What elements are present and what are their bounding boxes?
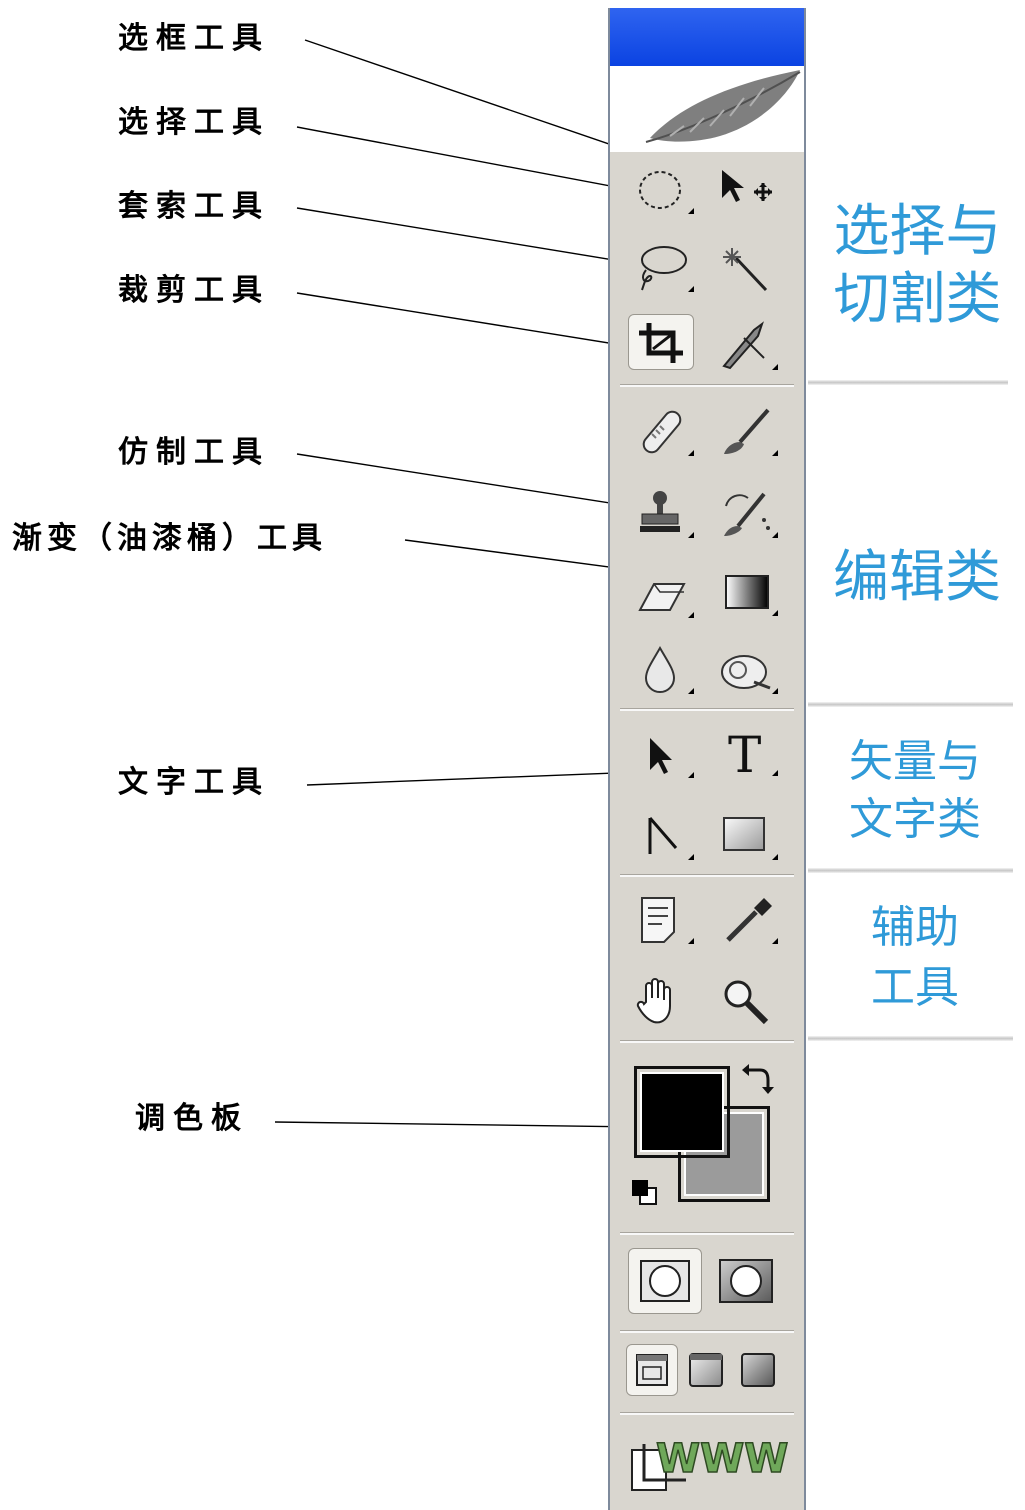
standard-mode-button[interactable] [628,1248,702,1314]
rectangle-shape-icon [723,817,765,851]
marquee-icon [639,171,681,209]
toolbox-divider [620,384,794,387]
imageready-logo-text: WWW [656,1436,788,1482]
clone-stamp-tool[interactable] [630,486,696,542]
gradient-tool-label: 渐变（油漆桶）工具 [12,521,327,556]
eraser-icon [638,583,686,611]
category-edit-label: 编辑类 [833,545,1001,610]
crop-tool[interactable] [628,314,694,370]
foreground-color-swatch[interactable] [634,1066,730,1158]
category-vector-text-line1: 矢量与 [849,736,981,787]
lasso-leader-line [296,207,639,267]
toolbox-divider [620,708,794,711]
screen-mode-full-menu-button[interactable] [686,1350,726,1390]
category-separator [808,702,1013,707]
screen-mode-standard-button[interactable] [626,1344,678,1396]
screen-mode-full-menu-icon [689,1353,723,1387]
move-tool[interactable] [714,162,780,218]
eraser-tool[interactable] [630,566,696,622]
toolbox-divider [620,1412,794,1415]
type-icon: T [728,726,761,780]
gradient-icon [725,575,769,609]
move-icon [722,170,772,202]
healing-brush-icon [642,410,682,454]
palette-leader-line [274,1121,643,1128]
eyedropper-tool[interactable] [714,892,780,948]
toolbox-divider [620,874,794,877]
crop-leader-line [296,292,641,351]
magic-wand-icon [723,248,768,292]
history-brush-icon [724,492,770,536]
rectangle-shape-tool[interactable] [714,808,780,864]
marquee-tool-label: 选框工具 [118,21,270,56]
slice-tool[interactable] [714,318,780,374]
brush-tool[interactable] [714,404,780,460]
magic-wand-tool[interactable] [714,240,780,296]
dodge-icon [721,655,771,690]
screen-mode-full-icon [741,1353,775,1387]
toolbox-divider [620,1040,794,1043]
category-aux-line1: 辅助 [871,902,959,953]
type-tool[interactable]: T [714,724,780,780]
toolbox-panel: T WWW [608,8,806,1510]
quick-mask-icon [719,1259,773,1303]
path-selection-tool[interactable] [630,726,696,782]
lasso-icon [641,246,687,291]
feather-banner[interactable] [610,66,804,152]
category-separator [808,868,1013,873]
path-selection-icon [650,738,672,774]
zoom-tool[interactable] [714,972,780,1028]
gradient-tool[interactable] [714,564,780,620]
eyedropper-icon [726,898,772,942]
toolbox-title-bar[interactable] [610,8,804,66]
notes-tool[interactable] [630,892,696,948]
toolbox-divider [620,1330,794,1333]
crop-tool-label: 裁剪工具 [118,273,270,308]
screen-mode-standard-icon [636,1354,668,1386]
brush-icon [724,408,770,454]
marquee-tool[interactable] [630,162,696,218]
dodge-tool[interactable] [714,642,780,698]
swap-colors-icon[interactable] [738,1060,778,1100]
feather-icon [645,70,801,143]
history-brush-tool[interactable] [714,486,780,542]
hand-icon [636,978,671,1024]
category-select-crop-line2: 切割类 [833,267,1002,332]
default-colors-icon[interactable] [630,1178,660,1208]
crop-icon [639,323,683,363]
lasso-tool-label: 套索工具 [118,189,270,224]
svg-text:T: T [728,726,761,780]
pen-tool[interactable] [630,808,696,864]
category-separator [808,380,1008,385]
category-vector-text-line2: 文字类 [849,794,981,845]
slice-icon [722,321,765,370]
category-select-crop-line1: 选择与 [833,199,1002,264]
clone-tool-label: 仿制工具 [118,435,270,470]
marquee-leader-line [304,39,651,159]
palette-label: 调色板 [135,1101,249,1136]
blur-icon [644,645,676,693]
foreground-color-fill [640,1072,724,1152]
standard-mode-icon [640,1260,690,1302]
selection-tool-label: 选择工具 [118,105,270,140]
pen-icon [648,817,678,854]
notes-icon [641,897,675,943]
hand-tool[interactable] [630,972,696,1028]
toolbox-divider [620,1232,794,1235]
clone-stamp-icon [640,491,680,532]
text-tool-label: 文字工具 [118,765,270,800]
category-aux-line2: 工具 [871,962,959,1013]
jump-to-imageready-icon: WWW [631,1435,789,1491]
category-separator [808,1036,1013,1041]
screen-mode-full-button[interactable] [738,1350,778,1390]
clone-leader-line [296,453,643,511]
lasso-tool[interactable] [630,240,696,296]
blur-tool[interactable] [630,642,696,698]
jump-to-imageready-button[interactable]: WWW [626,1424,802,1504]
quick-mask-button[interactable] [714,1252,780,1312]
healing-brush-tool[interactable] [630,404,696,460]
zoom-icon [724,980,769,1025]
